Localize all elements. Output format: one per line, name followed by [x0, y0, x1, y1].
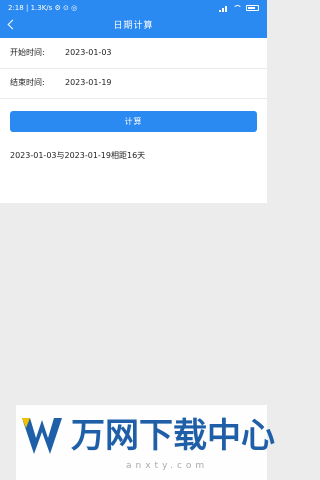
date-form: 开始时间: 2023-01-03 结束时间: 2023-01-19 计算 202… — [0, 38, 267, 203]
status-speed: 1.3K/s — [30, 4, 53, 12]
signal-icon — [219, 5, 229, 12]
page-title: 日期计算 — [113, 21, 154, 31]
status-time: 2:18 — [8, 4, 24, 12]
watermark: 万网下载中心 anxty.com — [16, 405, 275, 480]
battery-icon — [246, 5, 259, 11]
watermark-url: anxty.com — [126, 461, 209, 471]
status-bar: 2:18 | 1.3K/s ⚙ ⊙ ◎ — [0, 0, 267, 16]
start-date-label: 开始时间: — [10, 48, 45, 57]
status-right — [219, 0, 259, 16]
wifi-icon — [233, 4, 242, 12]
end-date-row[interactable]: 结束时间: 2023-01-19 — [0, 68, 267, 99]
status-left: 2:18 | 1.3K/s ⚙ ⊙ ◎ — [8, 4, 78, 12]
app-header: 2:18 | 1.3K/s ⚙ ⊙ ◎ 日期计算 — [0, 0, 267, 38]
watermark-logo — [22, 418, 62, 454]
end-date-field[interactable]: 2023-01-19 — [65, 68, 112, 98]
watermark-brand: 万网下载中心 — [71, 416, 275, 456]
calculate-button[interactable]: 计算 — [10, 111, 257, 132]
status-extra-icons: ⚙ ⊙ ◎ — [54, 4, 78, 12]
result-text: 2023-01-03与2023-01-19相距16天 — [10, 151, 146, 160]
start-date-field[interactable]: 2023-01-03 — [65, 38, 112, 68]
end-date-label: 结束时间: — [10, 78, 45, 87]
start-date-row[interactable]: 开始时间: 2023-01-03 — [0, 38, 267, 69]
